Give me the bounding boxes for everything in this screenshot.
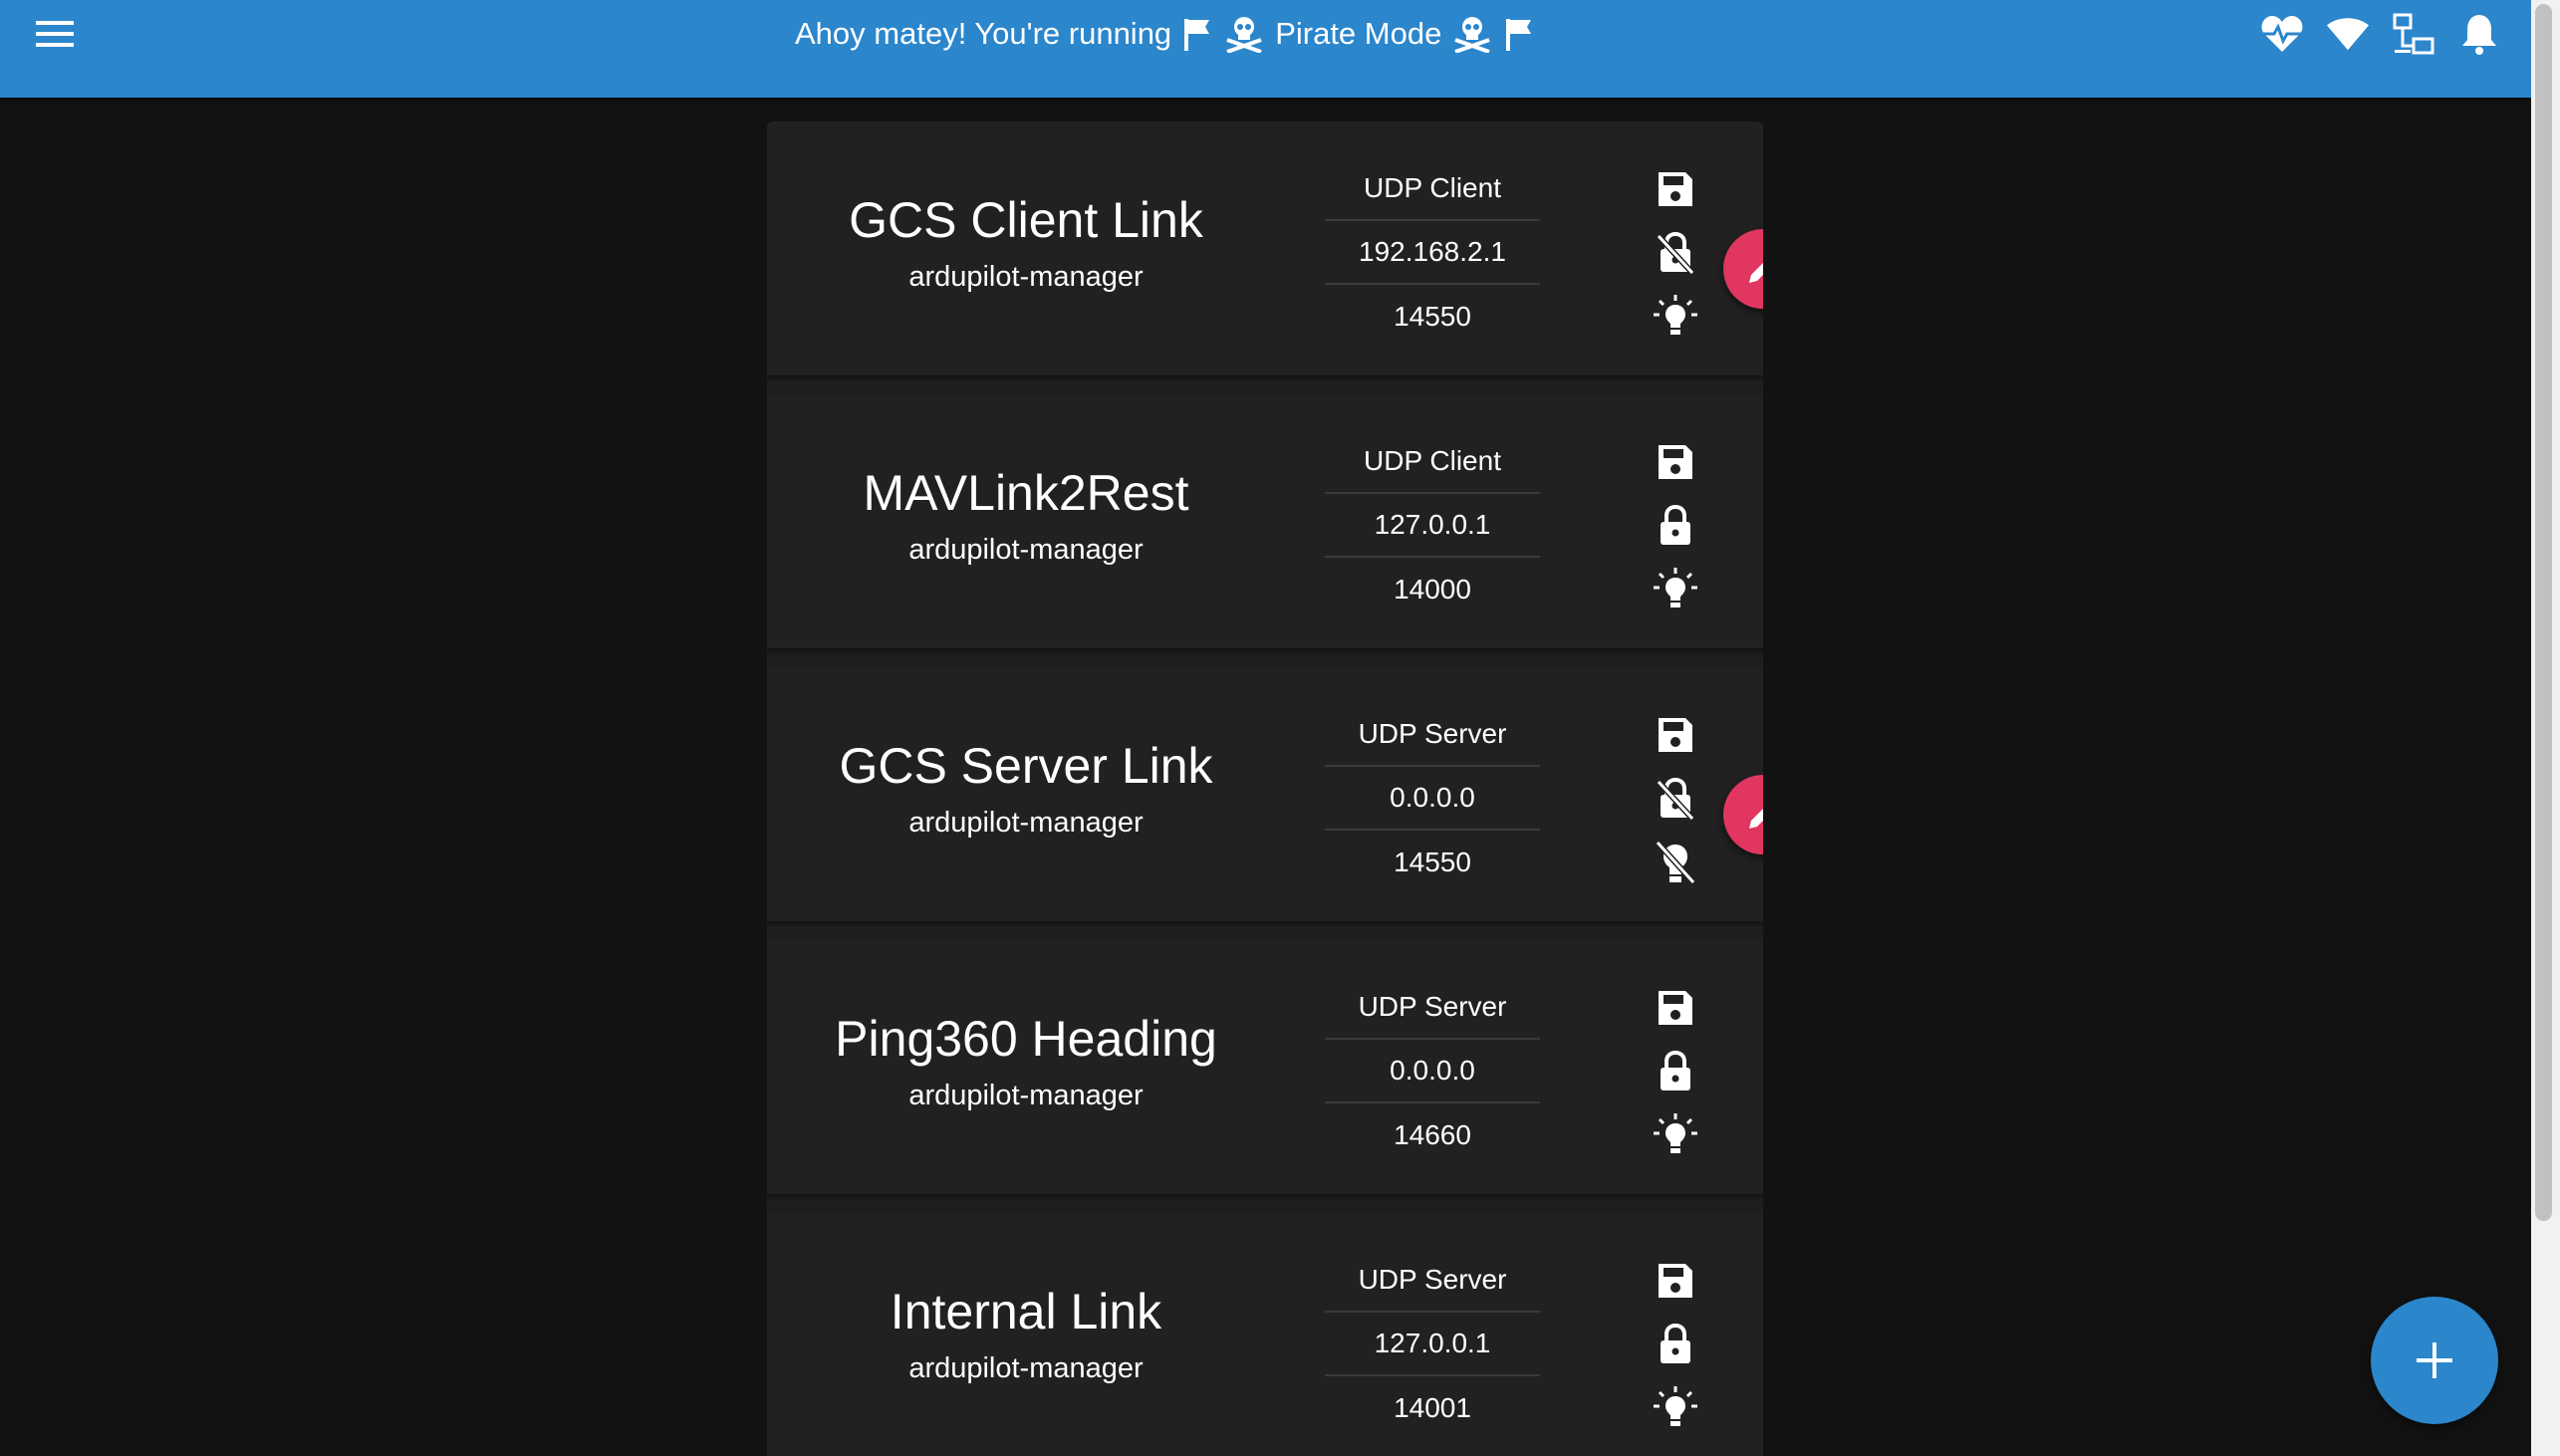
endpoint-port: 14550 <box>1394 847 1471 877</box>
lightbulb-on-icon[interactable] <box>1652 558 1699 621</box>
endpoint-identity: GCS Server Link ardupilot-manager <box>777 667 1275 921</box>
endpoint-status-icons <box>1652 703 1699 894</box>
heart-pulse-icon[interactable] <box>2260 12 2304 56</box>
endpoint-name: GCS Server Link <box>839 738 1213 794</box>
lock-icon[interactable] <box>1652 494 1699 558</box>
endpoint-status-icons <box>1652 976 1699 1167</box>
endpoints-list: GCS Client Link ardupilot-manager UDP Cl… <box>767 121 1763 1456</box>
lightbulb-off-icon[interactable] <box>1652 831 1699 894</box>
endpoint-card-gcs-client-link: GCS Client Link ardupilot-manager UDP Cl… <box>767 121 1763 375</box>
lan-icon[interactable] <box>2392 12 2435 56</box>
pencil-icon <box>1749 809 1763 829</box>
endpoint-owner: ardupilot-manager <box>908 534 1144 566</box>
endpoint-owner: ardupilot-manager <box>908 261 1144 293</box>
endpoint-type: UDP Server <box>1325 976 1540 1040</box>
floppy-disk-icon[interactable] <box>1652 1249 1699 1313</box>
flag-icon <box>1503 16 1535 52</box>
endpoint-card-ping360-heading: Ping360 Heading ardupilot-manager UDP Se… <box>767 940 1763 1194</box>
endpoint-details: UDP Client 192.168.2.1 14550 <box>1325 157 1540 349</box>
lock-icon[interactable] <box>1652 1040 1699 1103</box>
app-bar: Ahoy matey! You're running Pirate Mode <box>0 0 2531 98</box>
endpoint-address: 0.0.0.0 <box>1325 1040 1540 1103</box>
endpoint-port: 14001 <box>1394 1392 1471 1423</box>
endpoint-address: 127.0.0.1 <box>1325 1313 1540 1376</box>
endpoint-address: 127.0.0.1 <box>1325 494 1540 558</box>
lock-off-icon[interactable] <box>1652 767 1699 831</box>
banner-prefix: Ahoy matey! You're running <box>795 16 1172 51</box>
skull-crossbones-icon <box>1451 15 1493 53</box>
status-tray <box>2260 12 2501 56</box>
endpoint-address: 192.168.2.1 <box>1325 221 1540 285</box>
pencil-icon <box>1749 263 1763 283</box>
endpoint-port: 14000 <box>1394 574 1471 605</box>
endpoint-type: UDP Client <box>1325 157 1540 221</box>
endpoint-status-icons <box>1652 157 1699 349</box>
endpoint-details: UDP Server 127.0.0.1 14001 <box>1325 1249 1540 1440</box>
endpoint-name: Internal Link <box>890 1284 1162 1339</box>
endpoint-details: UDP Server 0.0.0.0 14550 <box>1325 703 1540 894</box>
endpoint-identity: Internal Link ardupilot-manager <box>777 1213 1275 1456</box>
wifi-icon[interactable] <box>2326 12 2370 56</box>
endpoint-owner: ardupilot-manager <box>908 807 1144 839</box>
skull-crossbones-icon <box>1223 15 1265 53</box>
floppy-disk-icon[interactable] <box>1652 430 1699 494</box>
vertical-scrollbar-thumb[interactable] <box>2535 4 2552 1221</box>
endpoint-card-mavlink2rest: MAVLink2Rest ardupilot-manager UDP Clien… <box>767 394 1763 648</box>
pirate-mode-banner: Ahoy matey! You're running Pirate Mode <box>795 12 1535 56</box>
endpoint-port: 14550 <box>1394 301 1471 332</box>
lightbulb-on-icon[interactable] <box>1652 285 1699 349</box>
endpoint-name: MAVLink2Rest <box>863 465 1189 521</box>
endpoint-port: 14660 <box>1394 1119 1471 1150</box>
endpoint-identity: GCS Client Link ardupilot-manager <box>777 121 1275 375</box>
endpoint-status-icons <box>1652 430 1699 621</box>
floppy-disk-icon[interactable] <box>1652 976 1699 1040</box>
endpoint-status-icons <box>1652 1249 1699 1440</box>
endpoint-details: UDP Client 127.0.0.1 14000 <box>1325 430 1540 621</box>
plus-icon <box>2417 1342 2452 1378</box>
endpoint-identity: Ping360 Heading ardupilot-manager <box>777 940 1275 1194</box>
lightbulb-on-icon[interactable] <box>1652 1376 1699 1440</box>
endpoint-type: UDP Server <box>1325 1249 1540 1313</box>
floppy-disk-icon[interactable] <box>1652 703 1699 767</box>
add-endpoint-button[interactable] <box>2371 1297 2498 1424</box>
endpoint-address: 0.0.0.0 <box>1325 767 1540 831</box>
endpoint-type: UDP Client <box>1325 430 1540 494</box>
flag-icon <box>1181 16 1213 52</box>
lock-icon[interactable] <box>1652 1313 1699 1376</box>
endpoint-name: Ping360 Heading <box>835 1011 1217 1067</box>
lightbulb-on-icon[interactable] <box>1652 1103 1699 1167</box>
menu-button[interactable] <box>32 16 78 52</box>
endpoint-card-gcs-server-link: GCS Server Link ardupilot-manager UDP Se… <box>767 667 1763 921</box>
hamburger-menu-icon <box>36 21 74 47</box>
floppy-disk-icon[interactable] <box>1652 157 1699 221</box>
banner-mode: Pirate Mode <box>1275 16 1442 51</box>
endpoint-owner: ardupilot-manager <box>908 1352 1144 1384</box>
endpoint-details: UDP Server 0.0.0.0 14660 <box>1325 976 1540 1167</box>
lock-off-icon[interactable] <box>1652 221 1699 285</box>
endpoint-identity: MAVLink2Rest ardupilot-manager <box>777 394 1275 648</box>
endpoint-name: GCS Client Link <box>849 192 1203 248</box>
endpoint-card-internal-link: Internal Link ardupilot-manager UDP Serv… <box>767 1213 1763 1456</box>
endpoint-owner: ardupilot-manager <box>908 1080 1144 1111</box>
bell-icon[interactable] <box>2457 12 2501 56</box>
endpoint-type: UDP Server <box>1325 703 1540 767</box>
